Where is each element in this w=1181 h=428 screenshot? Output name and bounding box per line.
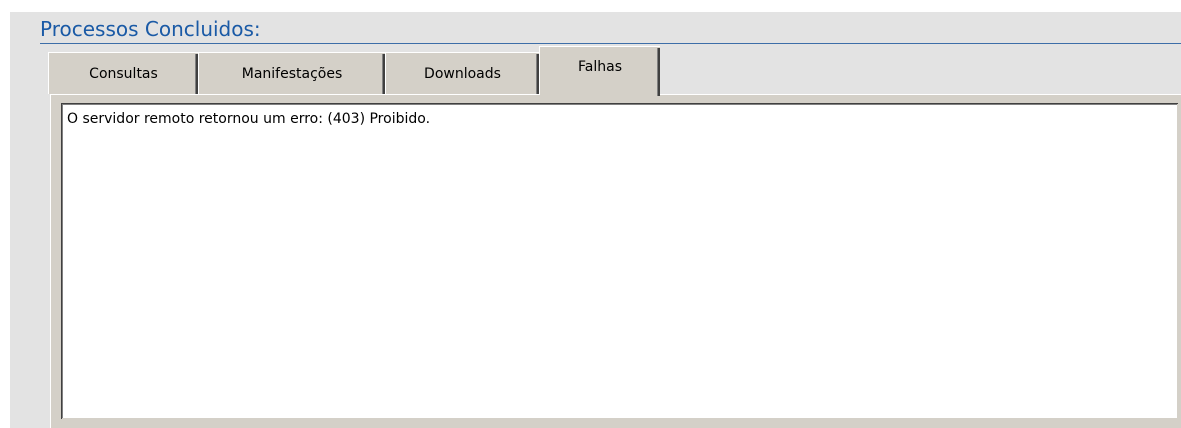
tab-label: Manifestações bbox=[241, 66, 343, 82]
tab-label: Falhas bbox=[578, 59, 622, 75]
tab-label: Consultas bbox=[89, 66, 158, 82]
tab-consultas[interactable]: Consultas bbox=[48, 52, 198, 94]
title-divider bbox=[40, 43, 1181, 44]
tab-downloads[interactable]: Downloads bbox=[385, 52, 539, 94]
failures-textbox[interactable]: O servidor remoto retornou um erro: (403… bbox=[62, 104, 1177, 418]
tab-label: Downloads bbox=[424, 66, 501, 82]
section-title: Processos Concluidos: bbox=[40, 17, 261, 41]
tab-divider bbox=[658, 48, 660, 96]
tab-falhas[interactable]: Falhas bbox=[539, 46, 660, 96]
tab-manifestacoes[interactable]: Manifestações bbox=[198, 52, 385, 94]
